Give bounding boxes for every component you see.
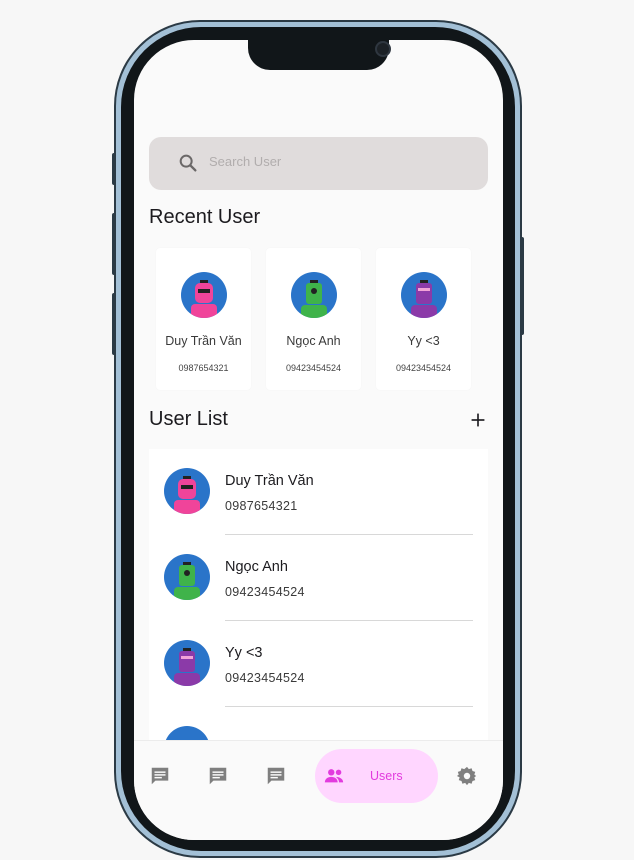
users-tab-label: Users	[370, 769, 403, 783]
recent-user-card[interactable]: Yy <3 09423454524	[376, 248, 471, 390]
user-name: Yy <3	[225, 645, 263, 661]
robot-icon	[191, 280, 217, 318]
plus-icon[interactable]	[467, 409, 489, 431]
robot-icon	[174, 476, 200, 514]
robot-icon	[174, 562, 200, 600]
bottom-nav: Users	[134, 740, 503, 840]
users-tab[interactable]: Users	[315, 749, 438, 803]
app-screen: Search User Recent User Duy Trần Văn 098…	[134, 40, 503, 840]
search-bar[interactable]: Search User	[149, 137, 488, 190]
notch	[248, 40, 391, 70]
avatar	[164, 554, 210, 600]
recent-user-phone: 09423454524	[285, 363, 342, 373]
user-phone: 09423454524	[225, 585, 305, 599]
recent-user-title: Recent User	[149, 206, 261, 228]
recent-user-name: Ngọc Anh	[286, 334, 341, 348]
user-name: Ngọc Anh	[225, 559, 288, 575]
recent-user-name: Yy <3	[407, 334, 440, 348]
robot-icon	[301, 280, 327, 318]
user-list-title: User List	[149, 408, 228, 430]
gear-icon[interactable]	[456, 765, 478, 787]
avatar	[181, 272, 227, 318]
recent-user-card[interactable]: Duy Trần Văn 0987654321	[156, 248, 251, 390]
people-icon	[324, 769, 344, 783]
robot-icon	[174, 648, 200, 686]
user-name: Duy Trần Văn	[225, 473, 314, 489]
list-item[interactable]: Ngọc Anh 09423454524	[149, 535, 488, 621]
recent-user-phone: 09423454524	[395, 363, 452, 373]
user-phone: 09423454524	[225, 671, 305, 685]
robot-icon	[411, 280, 437, 318]
avatar	[291, 272, 337, 318]
recent-user-card[interactable]: Ngọc Anh 09423454524	[266, 248, 361, 390]
avatar	[164, 640, 210, 686]
avatar	[401, 272, 447, 318]
avatar	[164, 468, 210, 514]
search-icon	[179, 154, 197, 172]
recent-user-name: Duy Trần Văn	[165, 334, 242, 348]
chat-icon[interactable]	[265, 765, 287, 787]
chat-icon[interactable]	[149, 765, 171, 787]
front-camera	[375, 41, 391, 57]
user-list: Duy Trần Văn 0987654321 Ngọc Anh 0942345…	[149, 449, 488, 772]
recent-user-phone: 0987654321	[178, 363, 229, 373]
search-input[interactable]: Search User	[209, 154, 281, 169]
chat-icon[interactable]	[207, 765, 229, 787]
list-item[interactable]: Yy <3 09423454524	[149, 621, 488, 707]
user-phone: 0987654321	[225, 499, 298, 513]
list-item[interactable]: Duy Trần Văn 0987654321	[149, 449, 488, 535]
